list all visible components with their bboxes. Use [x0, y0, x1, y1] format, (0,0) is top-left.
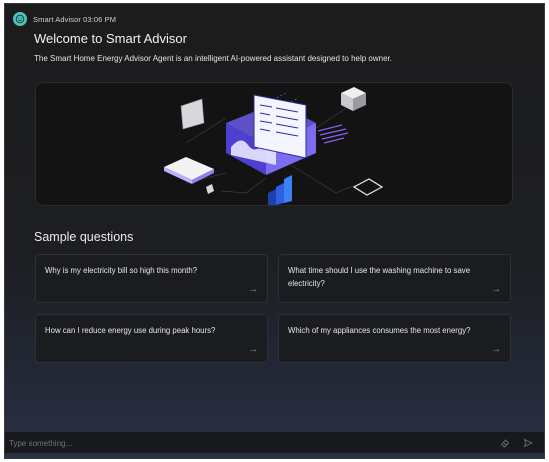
sample-question-text: Why is my electricity bill so high this …	[45, 266, 198, 275]
welcome-title: Welcome to Smart Advisor	[34, 31, 187, 46]
sample-question-text: What time should I use the washing machi…	[288, 266, 471, 288]
welcome-description: The Smart Home Energy Advisor Agent is a…	[34, 54, 392, 63]
smart-home-illustration	[164, 87, 384, 205]
message-input[interactable]	[9, 435, 479, 451]
sample-questions-title: Sample questions	[34, 230, 134, 244]
sample-question-text: Which of my appliances consumes the most…	[288, 326, 471, 335]
arrow-right-icon: →	[491, 284, 501, 295]
sample-question-text: How can I reduce energy use during peak …	[45, 326, 216, 335]
message-header: Smart Advisor 03:06 PM	[13, 12, 116, 26]
sample-question-card[interactable]: Which of my appliances consumes the most…	[278, 314, 511, 363]
eraser-icon[interactable]	[499, 437, 511, 449]
hero-illustration	[35, 82, 513, 206]
sample-question-card[interactable]: Why is my electricity bill so high this …	[35, 254, 268, 303]
sample-question-card[interactable]: What time should I use the washing machi…	[278, 254, 511, 303]
arrow-right-icon: →	[491, 344, 501, 355]
sender-line: Smart Advisor 03:06 PM	[33, 14, 117, 24]
smiley-icon	[13, 12, 27, 26]
chat-window: Smart Advisor 03:06 PM Welcome to Smart …	[4, 3, 545, 459]
send-icon[interactable]	[522, 437, 534, 449]
arrow-right-icon: →	[248, 284, 258, 295]
arrow-right-icon: →	[248, 344, 258, 355]
sample-question-card[interactable]: How can I reduce energy use during peak …	[35, 314, 268, 363]
message-input-bar	[5, 431, 544, 453]
